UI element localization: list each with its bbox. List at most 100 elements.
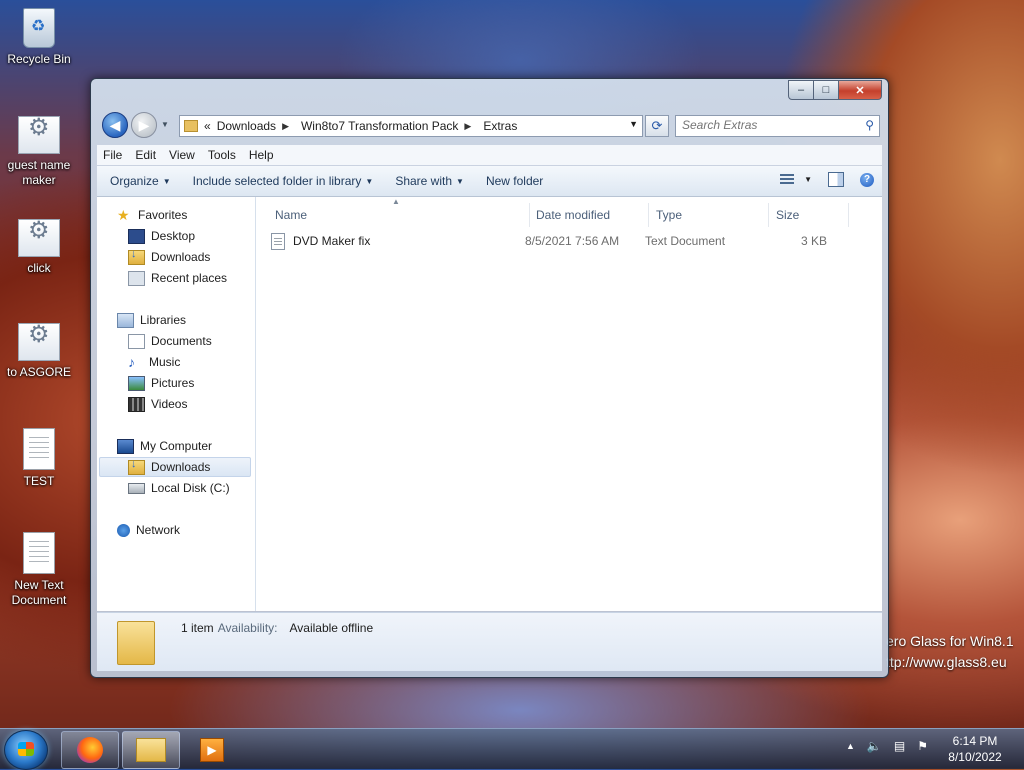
nav-libraries[interactable]: Libraries: [117, 310, 186, 330]
system-tray: ▲ 🔈 ▤ ⚑: [846, 739, 928, 753]
include-in-library-button[interactable]: Include selected folder in library ▼: [184, 174, 383, 188]
share-with-button[interactable]: Share with ▼: [386, 174, 473, 188]
file-row[interactable]: DVD Maker fix 8/5/2021 7:56 AM Text Docu…: [271, 231, 861, 251]
preview-pane-icon[interactable]: [828, 172, 844, 187]
desktop-icon-label: click: [27, 261, 51, 275]
menu-file[interactable]: File: [97, 148, 129, 162]
network-status-icon[interactable]: ▤: [894, 739, 905, 753]
recent-pages-dropdown[interactable]: ▼: [161, 120, 169, 129]
change-view-button[interactable]: ▼: [780, 173, 812, 186]
navigation-pane: ★ Favorites Desktop Downloads Recent plac…: [97, 197, 256, 611]
desktop-icon-recycle-bin[interactable]: Recycle Bin: [4, 8, 74, 67]
help-icon[interactable]: ?: [860, 172, 874, 187]
recent-places-icon: [128, 270, 145, 286]
nav-label: Network: [136, 523, 181, 537]
new-folder-button[interactable]: New folder: [477, 174, 552, 188]
taskbar-explorer[interactable]: [122, 731, 180, 769]
nav-documents[interactable]: Documents: [128, 331, 212, 351]
nav-desktop[interactable]: Desktop: [128, 226, 195, 246]
search-input[interactable]: [676, 116, 858, 134]
nav-pictures[interactable]: Pictures: [128, 373, 194, 393]
menu-view[interactable]: View: [163, 148, 202, 162]
show-hidden-icons-icon[interactable]: ▲: [846, 739, 855, 753]
forward-button[interactable]: ▶: [131, 112, 157, 138]
desktop-icon-new-text-document[interactable]: New Text Document: [4, 532, 74, 608]
breadcrumb-extras[interactable]: Extras: [483, 119, 517, 133]
command-bar: Organize ▼ Include selected folder in lib…: [97, 166, 882, 197]
menu-edit[interactable]: Edit: [129, 148, 163, 162]
maximize-button[interactable]: □: [814, 80, 839, 100]
nav-label: Music: [149, 355, 181, 369]
film-strip-icon: [128, 396, 145, 412]
file-date: 8/5/2021 7:56 AM: [525, 234, 620, 248]
libraries-icon: [117, 312, 134, 328]
action-center-flag-icon[interactable]: ⚑: [917, 739, 928, 753]
nav-music[interactable]: ♪ Music: [128, 352, 180, 372]
watermark-line: ero Glass for Win8.1: [886, 633, 1014, 649]
column-header-name[interactable]: Name: [268, 203, 530, 227]
text-document-icon: [271, 232, 285, 250]
desktop-icon-to-asgore[interactable]: to ASGORE: [4, 323, 74, 380]
nav-recent-places[interactable]: Recent places: [128, 268, 227, 288]
clock-date: 8/10/2022: [948, 750, 1002, 764]
nav-local-disk[interactable]: Local Disk (C:): [128, 478, 230, 498]
start-button[interactable]: [4, 730, 48, 770]
column-header-date-modified[interactable]: Date modified: [529, 203, 649, 227]
address-overflow-chevron[interactable]: «: [204, 119, 211, 133]
pictures-icon: [128, 375, 145, 391]
media-player-icon: ▶: [200, 738, 224, 762]
search-icon[interactable]: ⚲: [865, 118, 874, 132]
nav-videos[interactable]: Videos: [128, 394, 187, 414]
file-name: DVD Maker fix: [293, 234, 371, 248]
details-pane: 1 item Availability: Available offline: [97, 612, 882, 671]
details-view-icon: [780, 173, 795, 186]
taskbar-firefox[interactable]: [61, 731, 119, 769]
desktop-icon-guest-name-maker[interactable]: guest name maker: [4, 116, 74, 188]
breadcrumb-downloads[interactable]: Downloads: [217, 119, 276, 133]
desktop-icon-test[interactable]: TEST: [4, 428, 74, 489]
file-list: ▲ Name Date modified Type Size DVD Maker…: [256, 197, 882, 611]
nav-my-computer[interactable]: My Computer: [117, 436, 212, 456]
breadcrumb-separator-icon[interactable]: ▶: [282, 121, 289, 132]
nav-computer-downloads[interactable]: Downloads: [99, 457, 251, 477]
volume-muted-icon[interactable]: 🔈: [867, 739, 882, 753]
address-bar[interactable]: « Downloads ▶ Win8to7 Transformation Pack…: [179, 115, 643, 137]
downloads-folder-icon: [128, 248, 145, 265]
minimize-button[interactable]: ‒: [788, 80, 814, 100]
taskbar-media-player[interactable]: ▶: [183, 731, 241, 769]
share-label: Share with: [395, 174, 453, 188]
desktop-icon-label: TEST: [23, 474, 55, 488]
column-header-type[interactable]: Type: [649, 203, 769, 227]
clock[interactable]: 6:14 PM 8/10/2022: [940, 733, 1010, 765]
desktop-icon-label: to ASGORE: [6, 365, 72, 379]
computer-icon: [117, 438, 134, 454]
close-button[interactable]: ✕: [839, 80, 882, 100]
organize-button[interactable]: Organize ▼: [101, 174, 180, 188]
star-icon: ★: [117, 206, 130, 223]
text-document-icon: [23, 428, 55, 470]
menu-tools[interactable]: Tools: [202, 148, 243, 162]
address-dropdown-icon[interactable]: ▼: [629, 119, 638, 129]
breadcrumb-separator-icon[interactable]: ▶: [464, 121, 471, 132]
back-button[interactable]: ◀: [102, 112, 128, 138]
nav-network[interactable]: Network: [117, 520, 180, 540]
menu-help[interactable]: Help: [243, 148, 281, 162]
search-box[interactable]: ⚲: [675, 115, 880, 137]
hard-drive-icon: [128, 482, 145, 494]
downloads-folder-icon: [128, 458, 145, 475]
nav-label: Libraries: [140, 313, 187, 327]
refresh-icon: ⟳: [651, 118, 663, 133]
nav-downloads[interactable]: Downloads: [128, 247, 210, 267]
file-type: Text Document: [645, 234, 726, 248]
desktop-icon-click[interactable]: click: [4, 219, 74, 276]
nav-label: Favorites: [138, 208, 188, 222]
refresh-button[interactable]: ⟳: [645, 115, 669, 137]
menu-bar: File Edit View Tools Help: [97, 145, 882, 165]
chevron-down-icon: ▼: [365, 176, 374, 186]
details-text: 1 item Availability: Available offline: [181, 621, 373, 635]
column-header-size[interactable]: Size: [769, 203, 849, 227]
nav-favorites[interactable]: ★ Favorites: [117, 205, 187, 225]
recycle-bin-icon: [23, 8, 55, 48]
breadcrumb-win8to7[interactable]: Win8to7 Transformation Pack: [301, 119, 458, 133]
desktop-icon-label: guest name maker: [7, 158, 71, 187]
